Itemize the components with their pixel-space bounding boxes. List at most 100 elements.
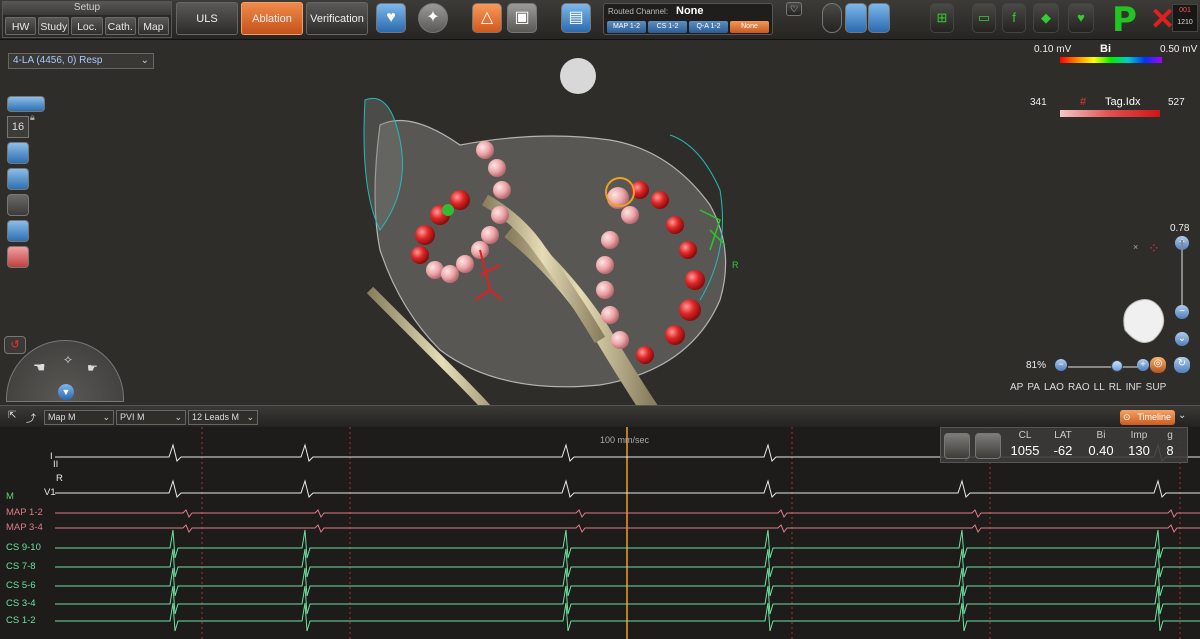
zoom-out-icon[interactable]: − bbox=[1055, 359, 1067, 371]
bi-scale-max: 0.50 mV bbox=[1160, 44, 1198, 55]
heart-add-icon[interactable]: ♥ bbox=[376, 3, 406, 33]
vertical-minus-icon[interactable]: − bbox=[1175, 305, 1189, 319]
record-icon[interactable] bbox=[822, 3, 842, 33]
screens-icon[interactable]: ▤ bbox=[561, 3, 591, 33]
lock-icon[interactable]: 🔒︎ bbox=[30, 112, 35, 123]
catheter-tool-icon[interactable] bbox=[7, 168, 29, 190]
zoom-slider-knob[interactable] bbox=[1111, 360, 1124, 372]
reference-annotation-icon[interactable] bbox=[944, 433, 970, 459]
setup-cath-button[interactable]: Cath. bbox=[104, 17, 136, 35]
map-selector[interactable]: 4-LA (4456, 0) Resp ⌄ bbox=[8, 53, 154, 69]
left-tool-column: 16 bbox=[3, 96, 47, 268]
setup-map-button[interactable]: Map bbox=[137, 17, 170, 35]
tag-color-bar bbox=[1060, 110, 1160, 117]
routed-option-cs12[interactable]: CS 1-2 bbox=[648, 21, 687, 33]
view-sup-button[interactable]: SUP bbox=[1146, 382, 1167, 393]
zoom-fit-icon[interactable]: ◎ bbox=[1150, 357, 1166, 373]
readout-bi-label: Bi bbox=[1096, 430, 1106, 441]
mapping-tool-icon[interactable] bbox=[7, 220, 29, 242]
channel-label[interactable]: R bbox=[56, 473, 63, 484]
zoom-slider[interactable] bbox=[1068, 366, 1144, 368]
timeline-chevron-icon[interactable]: ⌄ bbox=[1178, 410, 1186, 421]
chevron-down-icon: ⌄ bbox=[174, 412, 182, 422]
tag-tool-icon[interactable] bbox=[868, 3, 890, 33]
readout-bi-value: 0.40 bbox=[1088, 443, 1114, 458]
compass-icon[interactable]: ✦ bbox=[418, 3, 448, 33]
egm-trace-panel[interactable]: 100 mm/sec I II R V1 M MAP 1-2 MAP 3-4 CS 9-10 C… bbox=[0, 427, 1200, 639]
hand-pan-icon[interactable]: ☚ bbox=[33, 359, 46, 376]
channel-label[interactable]: MAP 1-2 bbox=[6, 507, 43, 518]
channel-label[interactable]: CS 7-8 bbox=[6, 561, 36, 572]
egm-toolbar: ⇱ ⤴ Map M ⌄ PVI M ⌄ 12 Leads M ⌄ ⊙ Timeline… bbox=[0, 405, 1200, 427]
view-pa-button[interactable]: PA bbox=[1027, 382, 1040, 393]
uls-button[interactable]: ULS bbox=[176, 2, 238, 35]
channel-label[interactable]: CS 1-2 bbox=[6, 615, 36, 626]
heart-status-icon: ♥ bbox=[1068, 3, 1094, 33]
routed-option-qa12[interactable]: Q-A 1-2 bbox=[689, 21, 728, 33]
connector-status-icon: ⊞ bbox=[930, 3, 954, 33]
study-counter: 001 1210 bbox=[1172, 4, 1198, 32]
zoom-percent: 81% bbox=[1026, 360, 1047, 371]
readout-imp-value: 130 bbox=[1128, 443, 1150, 458]
setup-hw-button[interactable]: HW bbox=[5, 17, 37, 35]
channel-label[interactable]: CS 3-4 bbox=[6, 598, 36, 609]
view-ap-button[interactable]: AP bbox=[1010, 382, 1023, 393]
dot-grid-icon[interactable]: ⁘ bbox=[1148, 240, 1168, 260]
channel-label[interactable]: V1 bbox=[44, 487, 56, 498]
setup-study-button[interactable]: Study bbox=[38, 17, 70, 35]
dial-down-icon[interactable]: ▼ bbox=[58, 384, 74, 400]
view-buttons: AP PA LAO RAO LL RL INF SUP bbox=[1010, 382, 1166, 393]
ablation-button[interactable]: Ablation bbox=[241, 2, 303, 35]
view-rao-button[interactable]: RAO bbox=[1068, 382, 1090, 393]
egm-select-map[interactable]: Map M ⌄ bbox=[44, 410, 114, 425]
routed-channel-panel: Routed Channel: None MAP 1-2 CS 1-2 Q-A … bbox=[603, 3, 773, 35]
setup-title: Setup bbox=[3, 2, 171, 15]
anatomy-3d-view[interactable]: R bbox=[340, 50, 760, 410]
rotate-reset-icon[interactable]: ↺ bbox=[4, 336, 26, 354]
timeline-label: Timeline bbox=[1137, 412, 1171, 422]
egm-select-pvi[interactable]: PVI M ⌄ bbox=[116, 410, 186, 425]
verification-button[interactable]: Verification bbox=[306, 2, 368, 35]
point-count: 16 bbox=[7, 116, 29, 138]
camera-icon[interactable]: ▣ bbox=[507, 3, 537, 33]
setup-group: Setup HW Study Loc. Cath. Map bbox=[2, 1, 172, 38]
orientation-sphere[interactable] bbox=[560, 58, 596, 94]
lat-annotation-icon[interactable] bbox=[975, 433, 1001, 459]
channel-label[interactable]: CS 9-10 bbox=[6, 542, 41, 553]
egm-select-leads[interactable]: 12 Leads M ⌄ bbox=[188, 410, 258, 425]
routed-option-map12[interactable]: MAP 1-2 bbox=[607, 21, 646, 33]
channel-label[interactable]: CS 5-6 bbox=[6, 580, 36, 591]
timeline-button[interactable]: ⊙ Timeline bbox=[1120, 410, 1175, 425]
readout-lat-label: LAT bbox=[1054, 430, 1072, 441]
vertical-slider[interactable] bbox=[1181, 240, 1183, 315]
catheter-view-icon[interactable] bbox=[845, 3, 867, 33]
channel-label[interactable]: II bbox=[53, 459, 58, 470]
location-status-icon: ◆ bbox=[1033, 3, 1059, 33]
map-viewport[interactable]: 4-LA (4456, 0) Resp ⌄ 0.10 mV Bi 0.50 mV… bbox=[0, 40, 1200, 410]
zoom-in-icon[interactable]: + bbox=[1137, 359, 1149, 371]
channel-label[interactable]: M bbox=[6, 491, 14, 502]
readout-g-value: 8 bbox=[1166, 443, 1174, 458]
view-ll-button[interactable]: LL bbox=[1094, 382, 1105, 393]
cursor-tool-icon[interactable]: ☛ bbox=[87, 361, 98, 375]
readout-imp-label: Imp bbox=[1130, 430, 1148, 441]
triangle-icon[interactable]: △ bbox=[472, 3, 502, 33]
flag-tool-icon[interactable] bbox=[7, 246, 29, 268]
bi-scale-min: 0.10 mV bbox=[1034, 44, 1072, 55]
sparkle-tool-icon[interactable]: ✧ bbox=[63, 353, 73, 367]
setup-loc-button[interactable]: Loc. bbox=[71, 17, 103, 35]
view-lao-button[interactable]: LAO bbox=[1044, 382, 1064, 393]
channel-label[interactable]: MAP 3-4 bbox=[6, 522, 43, 533]
close-icon[interactable]: × bbox=[1133, 242, 1138, 252]
grid-tool-icon[interactable] bbox=[7, 142, 29, 164]
view-inf-button[interactable]: INF bbox=[1126, 382, 1142, 393]
routed-option-none[interactable]: None bbox=[730, 21, 769, 33]
heart-orientation-icon[interactable] bbox=[1115, 290, 1170, 350]
view-rl-button[interactable]: RL bbox=[1109, 382, 1122, 393]
vertical-down-icon[interactable]: ⌄ bbox=[1175, 332, 1189, 346]
egm-cursor-icon[interactable]: ⇱ bbox=[8, 410, 22, 424]
egm-add-icon[interactable]: ⤴ bbox=[26, 410, 40, 425]
list-heart-icon[interactable] bbox=[7, 96, 45, 112]
rotate-view-icon[interactable]: ↻ bbox=[1174, 357, 1190, 373]
readout-lat-value: -62 bbox=[1053, 443, 1073, 458]
